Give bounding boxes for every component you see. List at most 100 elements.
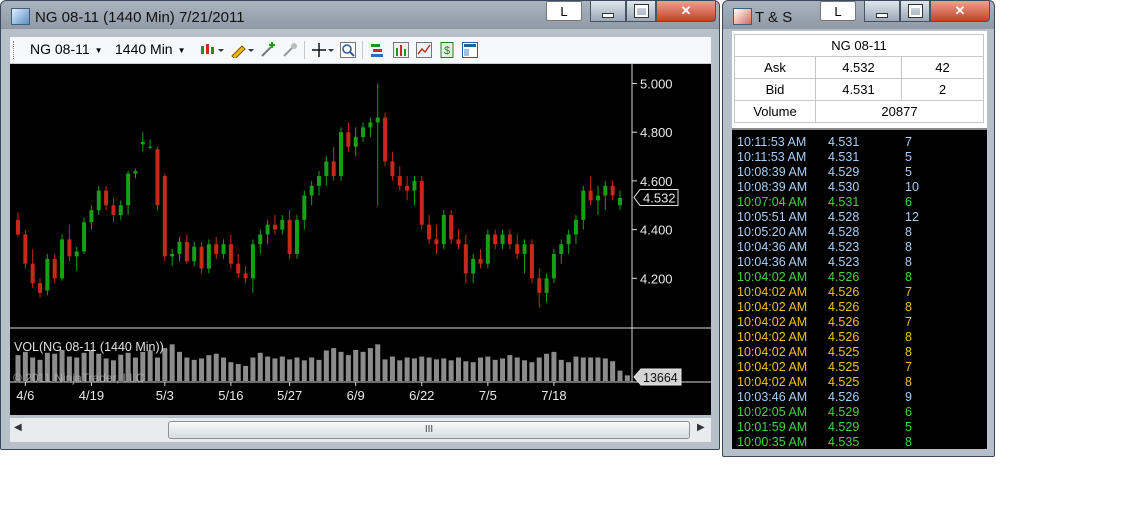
volume-bar xyxy=(595,357,601,381)
trade-size: 8 xyxy=(905,255,912,269)
crosshair-icon[interactable] xyxy=(312,42,334,58)
candle-body xyxy=(529,244,534,279)
candle-body xyxy=(111,205,116,215)
period-selector[interactable]: 1440 Min ▼ xyxy=(115,41,186,57)
volume-value: 20877 xyxy=(815,100,984,123)
trade-size: 7 xyxy=(905,285,912,299)
toolbar-separator xyxy=(304,41,305,59)
volume-bar xyxy=(382,359,388,381)
period-label: 1440 Min xyxy=(115,41,173,57)
ts-maximize-button[interactable] xyxy=(900,1,930,22)
volume-bar xyxy=(272,358,278,381)
volume-bar xyxy=(301,360,307,381)
volume-bar xyxy=(624,375,630,381)
date-label: 5/3 xyxy=(156,388,174,403)
drawing-tool-icon[interactable] xyxy=(230,42,254,58)
zoom-icon[interactable] xyxy=(340,42,356,58)
trade-size: 8 xyxy=(905,270,912,284)
add-indicator-icon[interactable] xyxy=(260,42,276,58)
quote-header-row: NG 08-11 xyxy=(734,34,984,57)
date-label: 4/6 xyxy=(16,388,34,403)
candle-body xyxy=(45,258,50,291)
candle-body xyxy=(140,141,145,145)
chart-panel[interactable]: 5.000 4.800 4.600 4.400 4.200 4.532 VOL(NG 08-… xyxy=(10,64,711,415)
volume-bar xyxy=(507,355,513,381)
candle-body xyxy=(250,244,255,279)
trade-price: 4.535 xyxy=(828,435,860,449)
ts-close-button[interactable]: ✕ xyxy=(930,1,990,22)
strategy-icon[interactable] xyxy=(370,42,386,58)
ask-price: 4.532 xyxy=(815,56,902,79)
price-chart[interactable]: 5.000 4.800 4.600 4.400 4.200 4.532 VOL(NG 08-… xyxy=(10,64,711,415)
candle-body xyxy=(89,210,94,223)
trade-time: 10:04:02 AM xyxy=(737,375,808,389)
candle-body xyxy=(544,278,549,293)
remove-drawings-icon[interactable] xyxy=(282,42,298,58)
volume-bar xyxy=(243,365,249,381)
candle-body xyxy=(383,117,388,162)
ts-link-button[interactable]: L xyxy=(820,1,856,21)
ask-row: Ask 4.532 42 xyxy=(734,56,984,79)
close-button[interactable]: ✕ xyxy=(656,1,716,22)
candle-body xyxy=(221,244,226,254)
chart-app-icon xyxy=(11,8,30,25)
volume-bar xyxy=(536,357,542,381)
close-icon: ✕ xyxy=(954,3,966,18)
chevron-down-icon: ▼ xyxy=(177,45,186,55)
volume-bar xyxy=(177,351,183,381)
toolbar-grip[interactable] xyxy=(13,41,16,59)
dollar-icon[interactable]: $ xyxy=(439,42,455,58)
trade-time: 10:05:20 AM xyxy=(737,225,808,239)
scroll-left-arrow-icon[interactable]: ◀ xyxy=(14,422,22,433)
properties-icon[interactable] xyxy=(462,42,478,58)
instrument-selector[interactable]: NG 08-11 ▼ xyxy=(30,41,103,57)
trade-time: 10:04:02 AM xyxy=(737,330,808,344)
candle-body xyxy=(419,180,424,225)
candle-body xyxy=(317,176,321,186)
volume-bar xyxy=(294,357,300,381)
volume-bar xyxy=(610,361,616,381)
horizontal-scrollbar[interactable]: ◀ III ▶ xyxy=(10,417,711,442)
data-series-icon[interactable] xyxy=(416,42,432,58)
chart-title-bar[interactable]: NG 08-11 (1440 Min) 7/21/2011 L ✕ xyxy=(1,1,719,31)
trade-price: 4.529 xyxy=(828,165,860,179)
trade-size: 10 xyxy=(905,180,919,194)
volume-bar xyxy=(323,350,329,381)
minimize-button[interactable] xyxy=(590,1,626,22)
volume-bar xyxy=(602,358,608,381)
candle-body xyxy=(449,214,454,240)
ts-title-bar[interactable]: T & S L ✕ xyxy=(723,1,994,31)
bar-chart-icon[interactable] xyxy=(393,42,409,58)
scroll-right-arrow-icon[interactable]: ▶ xyxy=(697,422,705,433)
trade-size: 8 xyxy=(905,345,912,359)
bid-label: Bid xyxy=(734,78,816,101)
volume-bar xyxy=(287,359,293,381)
ts-minimize-button[interactable] xyxy=(864,1,900,22)
volume-bar xyxy=(448,360,454,381)
bid-row: Bid 4.531 2 xyxy=(734,78,984,101)
maximize-icon xyxy=(633,4,649,18)
volume-bar xyxy=(551,351,557,381)
volume-bar xyxy=(191,359,197,381)
candle-body xyxy=(471,258,476,274)
trade-tape[interactable]: 10:11:53 AM 4.531 7 10:11:53 AM 4.531 5 10:08:… xyxy=(732,128,987,449)
scrollbar-thumb[interactable]: III xyxy=(168,421,690,439)
chart-style-icon[interactable] xyxy=(200,42,224,58)
trade-price: 4.528 xyxy=(828,225,860,239)
volume-bar xyxy=(169,344,175,381)
trade-time: 10:04:36 AM xyxy=(737,255,808,269)
link-button[interactable]: L xyxy=(546,1,582,21)
volume-bar xyxy=(573,356,579,381)
candle-body xyxy=(16,219,20,235)
maximize-button[interactable] xyxy=(626,1,656,22)
ask-size: 42 xyxy=(901,56,984,79)
trade-price: 4.526 xyxy=(828,330,860,344)
chevron-down-icon: ▼ xyxy=(94,45,103,55)
candle-body xyxy=(184,241,189,262)
volume-row: Volume 20877 xyxy=(734,100,984,123)
trade-time: 10:04:02 AM xyxy=(737,345,808,359)
candle-body xyxy=(206,244,211,269)
trade-price: 4.523 xyxy=(828,240,860,254)
trade-size: 8 xyxy=(905,225,912,239)
candle-body xyxy=(588,190,593,201)
